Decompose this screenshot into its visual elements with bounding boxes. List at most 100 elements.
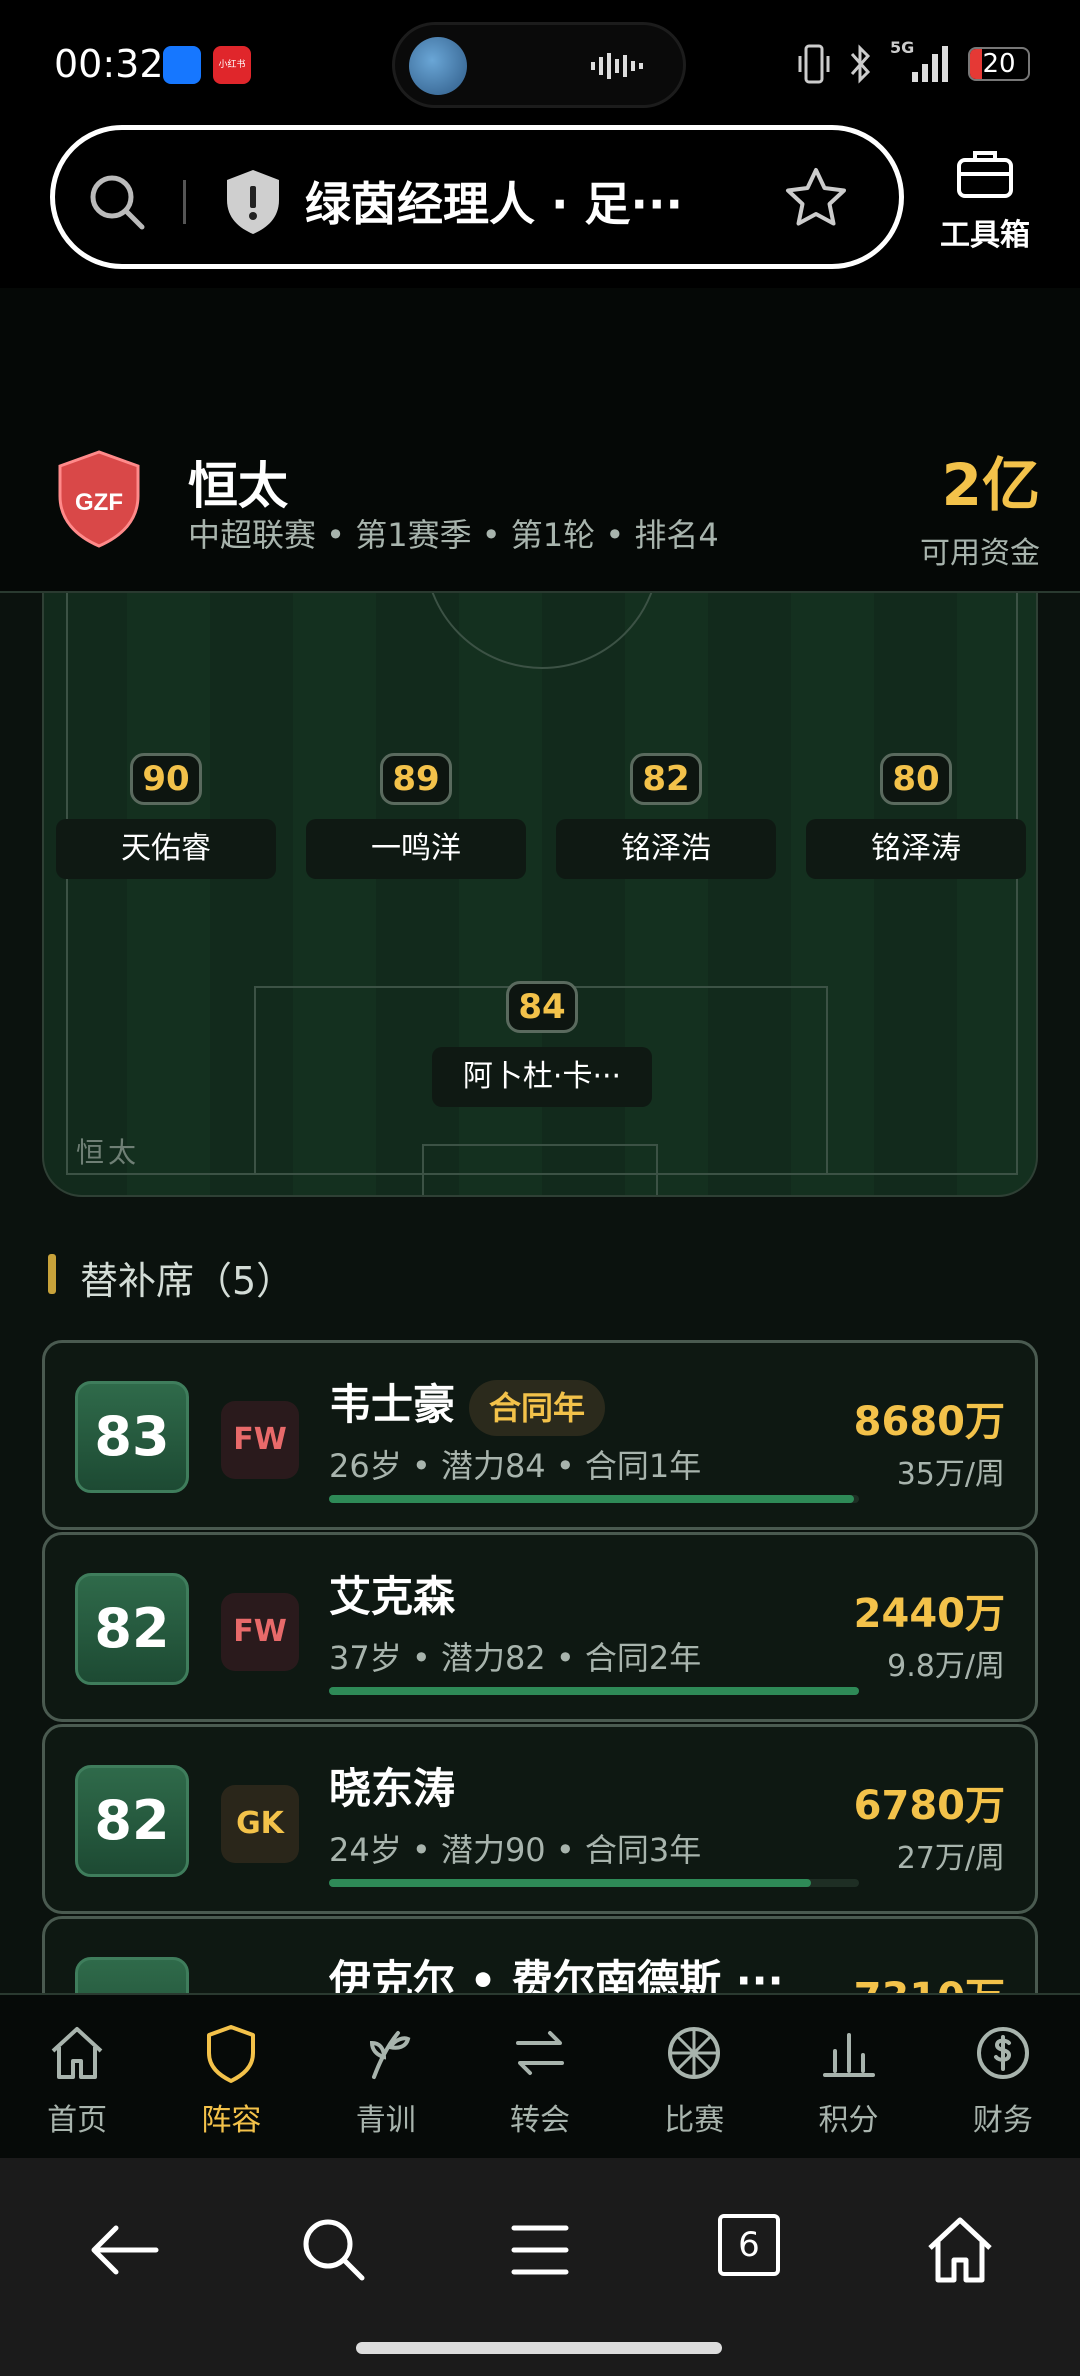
contract-year-tag: 合同年: [469, 1379, 606, 1436]
player-name: 韦士豪: [329, 1380, 456, 1429]
player-name-row: 韦士豪 合同年: [329, 1371, 606, 1436]
overall-rating: 82: [75, 1573, 189, 1685]
nav-squad[interactable]: 阵容: [154, 1995, 308, 2158]
gesture-handle[interactable]: [356, 2342, 722, 2354]
player-progress: [329, 1879, 859, 1887]
toolbox-icon: [957, 151, 1013, 198]
squad-page[interactable]: GZF 恒太 中超联赛 • 第1赛季 • 第1轮 • 排名4 2亿 可用资金 恒…: [0, 288, 1080, 1993]
player-rating: 90: [130, 753, 202, 805]
address-bar[interactable]: 绿茵经理人 · 足···: [50, 125, 904, 269]
status-time: 00:32: [54, 42, 164, 86]
signal-icon: 5G: [890, 38, 954, 84]
position-badge: FW: [221, 1593, 299, 1671]
address-divider: [183, 180, 186, 224]
sprout-icon: [369, 2031, 411, 2079]
nav-standings[interactable]: 积分: [771, 1995, 925, 2158]
team-badge: GZF: [58, 450, 140, 548]
pitch-player[interactable]: 82 铭泽浩: [556, 753, 776, 879]
bench-title-text: 替补席（5）: [80, 1259, 295, 1303]
football-icon: [668, 2027, 721, 2079]
pitch-player[interactable]: 89 一鸣洋: [306, 753, 526, 879]
nav-label: 积分: [818, 2103, 879, 2138]
nav-finance[interactable]: 财务: [926, 1995, 1080, 2158]
pitch-player[interactable]: 80 铭泽涛: [806, 753, 1026, 879]
tabs-button[interactable]: 6: [718, 2214, 780, 2276]
bottom-nav: 首页 阵容 青训 转会 比赛 积分 财务: [0, 1993, 1080, 2158]
bench-player-card[interactable]: 伊克尔 • 费尔南德斯 ··· 7310万: [42, 1916, 1038, 1993]
dynamic-island[interactable]: [392, 22, 686, 108]
bench-player-card[interactable]: 82 GK 晓东涛 24岁 • 潜力90 • 合同3年 6780万 27万/周: [42, 1724, 1038, 1914]
progress-fill: [329, 1879, 812, 1887]
status-bar: 00:32 小红书 5G 20: [0, 0, 1080, 120]
pitch-player[interactable]: 90 天佑睿: [56, 753, 276, 879]
market-value: 2440万: [853, 1591, 1005, 1637]
nav-transfer[interactable]: 转会: [463, 1995, 617, 2158]
search-icon[interactable]: [294, 2210, 374, 2290]
pitch-player[interactable]: 84 阿卜杜·卡···: [432, 981, 652, 1107]
overall-rating: 83: [75, 1381, 189, 1493]
toolbox-button[interactable]: 工具箱: [930, 148, 1040, 254]
player-name: 铭泽浩: [556, 819, 776, 879]
team-name: 恒太: [188, 457, 288, 515]
player-progress: [329, 1495, 859, 1503]
goal-area: [422, 1144, 658, 1195]
player-progress: [329, 1687, 859, 1695]
market-value: 8680万: [853, 1399, 1005, 1445]
audio-wave-icon: [591, 53, 643, 79]
formation-pitch: 恒太 90 天佑睿 89 一鸣洋 82 铭泽浩 80 铭泽涛 84 阿卜杜·卡·…: [42, 593, 1038, 1197]
url-text[interactable]: 绿茵经理人 · 足···: [305, 168, 683, 234]
player-rating: 82: [630, 753, 702, 805]
bookmark-star-icon[interactable]: [781, 164, 851, 234]
pitch-watermark: 恒太: [76, 1136, 141, 1169]
market-value: 6780万: [853, 1783, 1005, 1829]
player-name: 铭泽涛: [806, 819, 1026, 879]
bluetooth-icon: [850, 44, 871, 84]
progress-fill: [329, 1495, 854, 1503]
player-info: 37岁 • 潜力82 • 合同2年: [329, 1639, 702, 1677]
media-avatar: [409, 37, 467, 95]
nav-matches[interactable]: 比赛: [617, 1995, 771, 2158]
player-info: 26岁 • 潜力84 • 合同1年: [329, 1447, 702, 1485]
nav-label: 转会: [509, 2103, 570, 2138]
player-name: 艾克森: [329, 1572, 456, 1621]
security-shield-icon[interactable]: [223, 168, 283, 236]
xiaohongshu-app-icon: 小红书: [213, 46, 251, 84]
overall-rating: 82: [75, 1765, 189, 1877]
funds-amount: 2亿: [941, 451, 1040, 519]
search-icon[interactable]: [85, 170, 151, 236]
player-rating: 80: [880, 753, 952, 805]
home-icon[interactable]: [920, 2210, 1000, 2290]
market-value: 7310万: [854, 1965, 1005, 1993]
player-info: 24岁 • 潜力90 • 合同3年: [329, 1831, 702, 1869]
nav-label: 首页: [47, 2103, 108, 2138]
weekly-wage: 9.8万/周: [887, 1649, 1005, 1684]
player-name: 伊克尔 • 费尔南德斯 ···: [329, 1956, 784, 1993]
nav-youth[interactable]: 青训: [309, 1995, 463, 2158]
section-accent-bar: [48, 1254, 56, 1294]
home-icon: [51, 2027, 103, 2079]
status-icons: 5G 20: [796, 38, 1030, 84]
player-name: 天佑睿: [56, 819, 276, 879]
team-subtitle: 中超联赛 • 第1赛季 • 第1轮 • 排名4: [188, 516, 719, 554]
nav-label: 比赛: [664, 2103, 725, 2138]
bar-chart-icon: [822, 2033, 875, 2077]
nav-home[interactable]: 首页: [0, 1995, 154, 2158]
weekly-wage: 35万/周: [896, 1457, 1005, 1492]
team-header: GZF 恒太 中超联赛 • 第1赛季 • 第1轮 • 排名4 2亿 可用资金: [0, 288, 1080, 593]
shield-icon: [207, 2025, 256, 2083]
overall-rating: [75, 1957, 189, 1993]
network-label: 5G: [890, 38, 915, 57]
bench-player-card[interactable]: 83 FW 韦士豪 合同年 26岁 • 潜力84 • 合同1年 8680万 35万…: [42, 1340, 1038, 1530]
available-funds: 2亿 可用资金: [920, 438, 1040, 572]
battery-fill: [970, 49, 982, 79]
back-icon[interactable]: [84, 2210, 164, 2290]
battery-level: 20: [982, 49, 1016, 79]
player-rating: 89: [380, 753, 452, 805]
bench-player-card[interactable]: 82 FW 艾克森 37岁 • 潜力82 • 合同2年 2440万 9.8万/周: [42, 1532, 1038, 1722]
weekly-wage: 27万/周: [896, 1841, 1005, 1876]
menu-icon[interactable]: [500, 2210, 580, 2290]
wifi-app-icon: [163, 46, 201, 84]
player-name: 阿卜杜·卡···: [432, 1047, 652, 1107]
player-rating: 84: [506, 981, 578, 1033]
player-name: 一鸣洋: [306, 819, 526, 879]
